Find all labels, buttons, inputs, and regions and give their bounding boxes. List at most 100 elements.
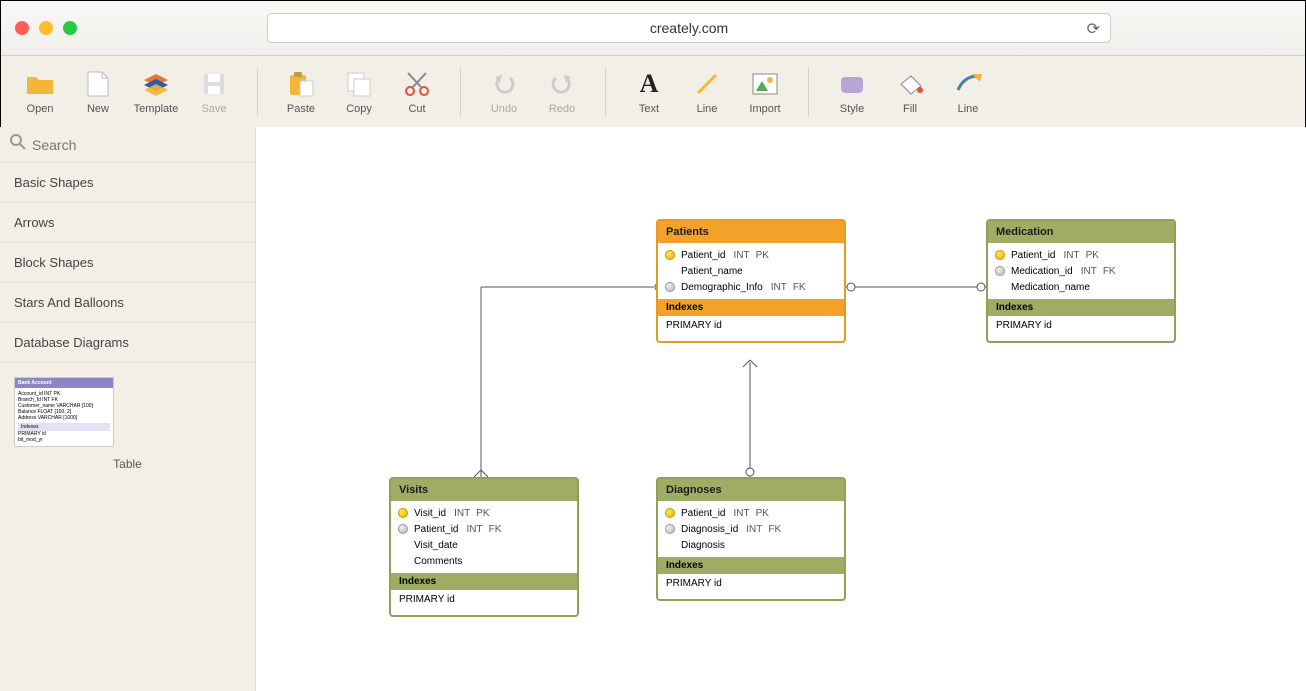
save-icon (189, 68, 239, 100)
pencil-icon (943, 68, 993, 100)
field-row: Diagnosis_idINTFK (658, 521, 844, 537)
thumb-label: Table (14, 457, 241, 471)
copy-icon (334, 68, 384, 100)
key-icon (664, 507, 676, 519)
field-row: Medication_idINTFK (988, 263, 1174, 279)
table-shape-thumbnail[interactable]: Bank Account Account_id INT PK Branch_Id… (14, 377, 114, 447)
document-icon (73, 68, 123, 100)
import-button[interactable]: Import (740, 68, 790, 115)
field-row: Demographic_InfoINTFK (658, 279, 844, 295)
key-icon (397, 523, 409, 535)
sidebar-item-stars-balloons[interactable]: Stars And Balloons (0, 283, 255, 323)
layers-icon (131, 68, 181, 100)
search-row (0, 127, 255, 163)
cut-label: Cut (392, 103, 442, 115)
search-input[interactable] (32, 137, 245, 153)
style-label: Style (827, 103, 877, 115)
new-button[interactable]: New (73, 68, 123, 115)
image-icon (740, 68, 790, 100)
style-icon (827, 68, 877, 100)
line2-label: Line (943, 103, 993, 115)
template-button[interactable]: Template (131, 68, 181, 115)
entity-title: Medication (988, 221, 1174, 243)
entity-title: Visits (391, 479, 577, 501)
text-button[interactable]: A Text (624, 68, 674, 115)
browser-chrome: creately.com ⟳ (1, 1, 1305, 56)
separator (605, 68, 606, 116)
field-row: Medication_name (988, 279, 1174, 295)
sidebar-item-database[interactable]: Database Diagrams (0, 323, 255, 363)
search-icon (10, 134, 26, 155)
redo-label: Redo (537, 103, 587, 115)
close-icon[interactable] (15, 21, 29, 35)
template-label: Template (131, 103, 181, 115)
fill-button[interactable]: Fill (885, 68, 935, 115)
entity-visits[interactable]: Visits Visit_idINTPK Patient_idINTFK Vis… (389, 477, 579, 617)
shapes-sidebar: Basic Shapes Arrows Block Shapes Stars A… (0, 127, 256, 691)
save-button[interactable]: Save (189, 68, 239, 115)
key-icon (664, 281, 676, 293)
copy-button[interactable]: Copy (334, 68, 384, 115)
text-label: Text (624, 103, 674, 115)
cut-button[interactable]: Cut (392, 68, 442, 115)
minimize-icon[interactable] (39, 21, 53, 35)
index-row: PRIMARY id (658, 574, 844, 599)
field-row: Patient_idINTPK (988, 247, 1174, 263)
folder-icon (15, 68, 65, 100)
index-row: PRIMARY id (988, 316, 1174, 341)
paste-label: Paste (276, 103, 326, 115)
undo-icon (479, 68, 529, 100)
line-label: Line (682, 103, 732, 115)
key-icon (664, 523, 676, 535)
index-row: PRIMARY id (658, 316, 844, 341)
fill-label: Fill (885, 103, 935, 115)
indexes-header: Indexes (658, 557, 844, 574)
entity-medication[interactable]: Medication Patient_idINTPK Medication_id… (986, 219, 1176, 343)
redo-button[interactable]: Redo (537, 68, 587, 115)
maximize-icon[interactable] (63, 21, 77, 35)
scissors-icon (392, 68, 442, 100)
indexes-header: Indexes (988, 299, 1174, 316)
open-label: Open (15, 103, 65, 115)
key-icon (397, 507, 409, 519)
diagram-canvas[interactable]: Patients Patient_idINTPK Patient_name De… (256, 127, 1306, 691)
field-row: Diagnosis (658, 537, 844, 553)
entity-patients[interactable]: Patients Patient_idINTPK Patient_name De… (656, 219, 846, 343)
toolbar: Open New Template Save Paste Copy Cut Un… (1, 56, 1305, 128)
sidebar-item-basic-shapes[interactable]: Basic Shapes (0, 163, 255, 203)
redo-icon (537, 68, 587, 100)
line-tool-button[interactable]: Line (943, 68, 993, 115)
url-text: creately.com (650, 20, 728, 36)
bucket-icon (885, 68, 935, 100)
sidebar-item-arrows[interactable]: Arrows (0, 203, 255, 243)
address-bar[interactable]: creately.com ⟳ (267, 13, 1111, 43)
thumb-row: Address VARCHAR [1000] (18, 415, 110, 421)
field-row: Patient_idINTFK (391, 521, 577, 537)
separator (257, 68, 258, 116)
text-icon: A (624, 68, 674, 100)
separator (808, 68, 809, 116)
entity-title: Diagnoses (658, 479, 844, 501)
thumb-sub: Indexes (18, 423, 110, 431)
thumb-title: Bank Account (15, 378, 113, 388)
save-label: Save (189, 103, 239, 115)
line-button[interactable]: Line (682, 68, 732, 115)
key-icon (994, 249, 1006, 261)
line-icon (682, 68, 732, 100)
field-row: Patient_idINTPK (658, 247, 844, 263)
copy-label: Copy (334, 103, 384, 115)
paste-icon (276, 68, 326, 100)
sidebar-item-block-shapes[interactable]: Block Shapes (0, 243, 255, 283)
indexes-header: Indexes (391, 573, 577, 590)
indexes-header: Indexes (658, 299, 844, 316)
entity-diagnoses[interactable]: Diagnoses Patient_idINTPK Diagnosis_idIN… (656, 477, 846, 601)
field-row: Patient_name (658, 263, 844, 279)
style-button[interactable]: Style (827, 68, 877, 115)
undo-button[interactable]: Undo (479, 68, 529, 115)
thumb-row: bit_mod_yr (18, 437, 110, 443)
open-button[interactable]: Open (15, 68, 65, 115)
index-row: PRIMARY id (391, 590, 577, 615)
paste-button[interactable]: Paste (276, 68, 326, 115)
reload-icon[interactable]: ⟳ (1087, 19, 1100, 39)
field-row: Visit_idINTPK (391, 505, 577, 521)
